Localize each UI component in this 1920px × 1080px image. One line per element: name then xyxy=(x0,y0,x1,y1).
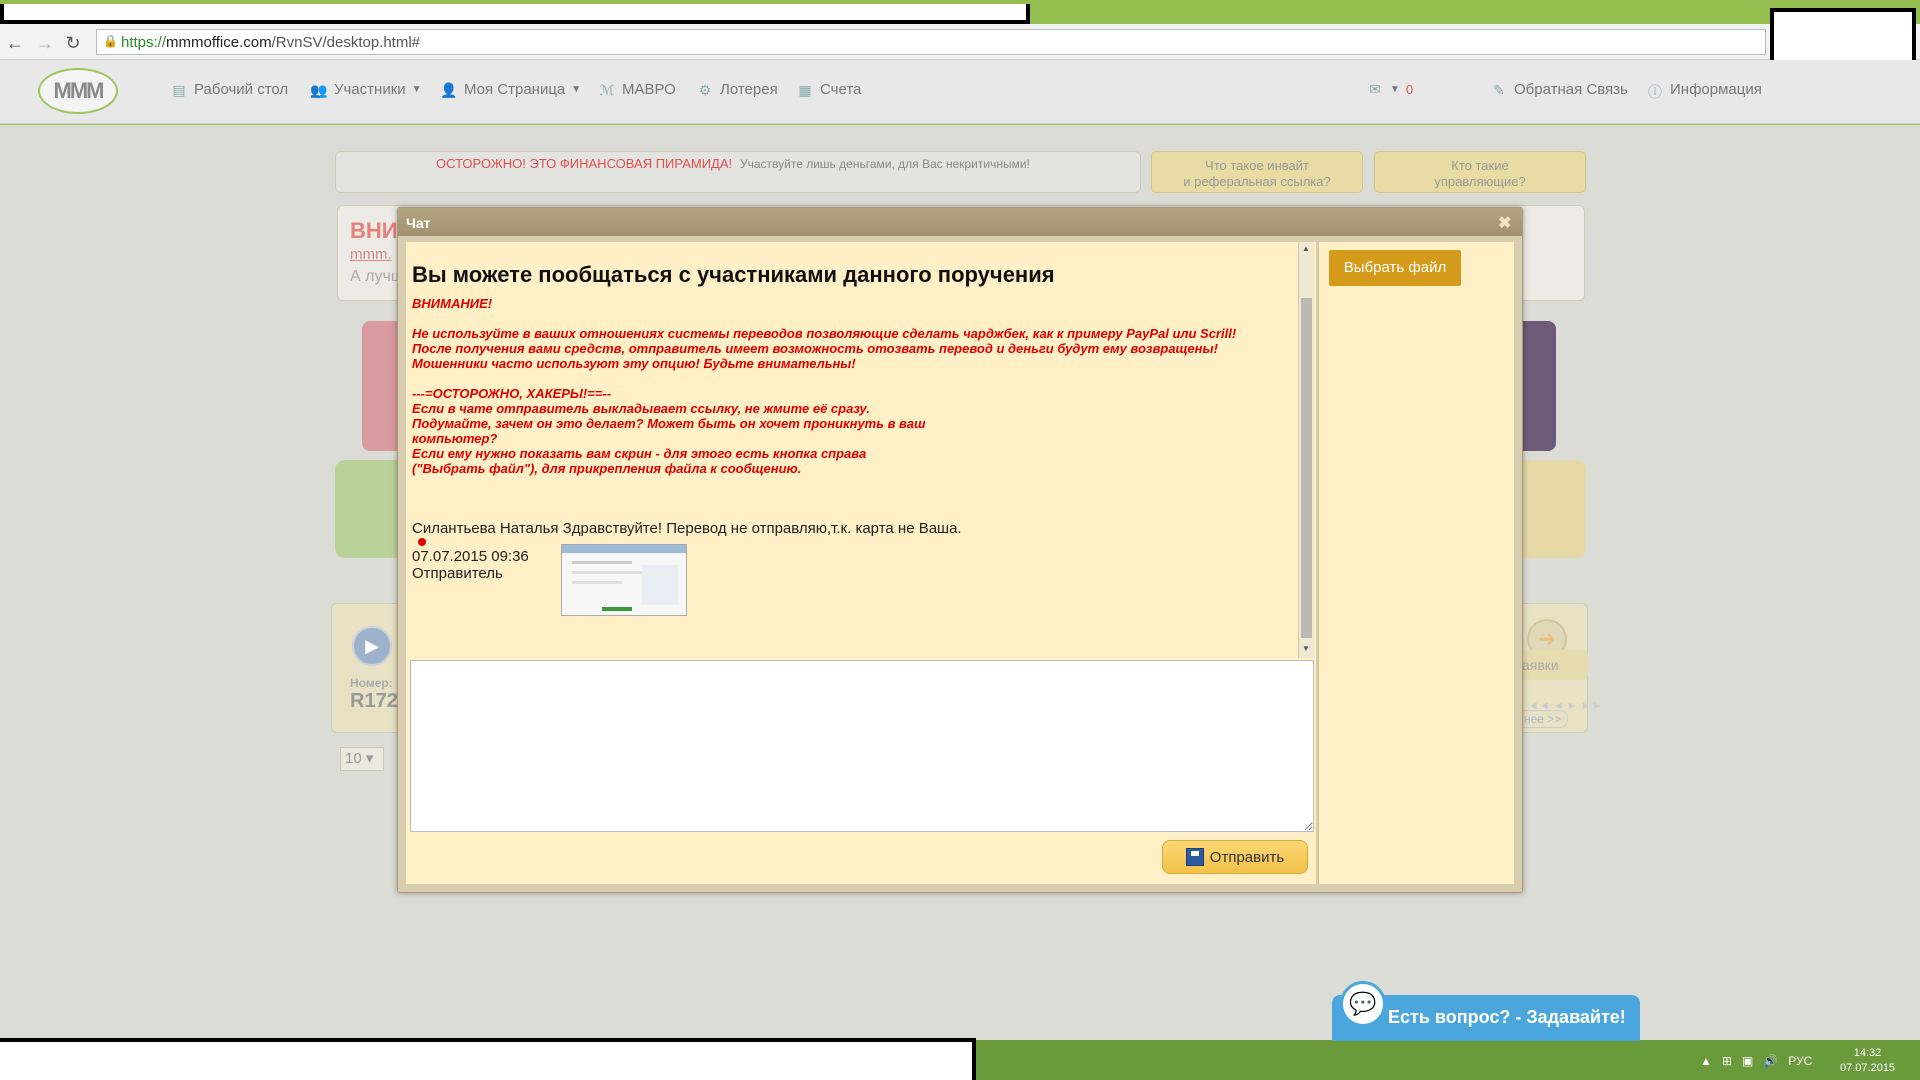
lottery-icon: ⚙ xyxy=(698,81,712,98)
chat-security-warning: ВНИМАНИЕ! Не используйте в ваших отношен… xyxy=(412,296,1272,491)
redacted-tabs xyxy=(0,4,1030,24)
attention-sub: А лучш xyxy=(350,268,404,285)
warning-red-text: ОСТОРОЖНО! ЭТО ФИНАНСОВАЯ ПИРАМИДА! xyxy=(436,156,733,171)
help-text: Есть вопрос? - Задавайте! xyxy=(1388,1007,1626,1027)
clock-time: 14:32 xyxy=(1853,1047,1882,1059)
menu-feedback[interactable]: ✎ Обратная Связь xyxy=(1490,81,1628,98)
network-icon[interactable]: ▣ xyxy=(1742,1054,1753,1068)
mavro-icon: ℳ xyxy=(599,81,615,98)
chat-main-area: Вы можете пообщаться с участниками данно… xyxy=(406,242,1316,884)
menu-lottery[interactable]: ⚙ Лотерея xyxy=(696,81,778,98)
volume-icon[interactable]: 🔊 xyxy=(1763,1054,1778,1068)
accounts-icon: ▦ xyxy=(798,81,812,98)
scroll-up-icon[interactable]: ▲ xyxy=(1302,244,1310,253)
site-header: MMM ▤ Рабочий стол 👥 Участники ▼ 👤 Моя Стран… xyxy=(0,60,1920,124)
chat-scrollbar[interactable]: ▲ ▼ xyxy=(1298,242,1314,658)
back-arrow-icon[interactable]: ← xyxy=(4,32,26,54)
chat-message-role: Отправитель xyxy=(412,565,503,582)
windows-icon[interactable]: ⊞ xyxy=(1722,1054,1732,1068)
promo-tile-green[interactable] xyxy=(335,460,405,558)
speech-bubble-icon: 💬 xyxy=(1340,981,1386,1027)
status-dot xyxy=(418,538,426,546)
chevron-down-icon: ▼ xyxy=(571,84,582,95)
attention-link[interactable]: mmm. xyxy=(350,246,392,263)
browser-address-bar: ← → ↻ 🔒 https://mmmoffice.com/RvnSV/desk… xyxy=(0,24,1920,60)
send-label: Отправить xyxy=(1209,848,1285,866)
menu-accounts[interactable]: ▦ Счета xyxy=(796,81,861,98)
chat-title: Чат xyxy=(406,215,431,231)
taskbar-clock[interactable]: 14:32 07.07.2015 xyxy=(1840,1046,1895,1076)
system-tray: ▲ ⊞ ▣ 🔊 РУС xyxy=(1700,1046,1812,1076)
pagination-arrows[interactable]: ◄◄ ◄ ► ►► xyxy=(1528,700,1603,712)
invite-btn-line2: и реферальная ссылка? xyxy=(1183,174,1331,189)
chat-modal: Чат ✖ Вы можете пообщаться с участниками… xyxy=(397,207,1523,893)
chat-message-input[interactable] xyxy=(410,660,1314,832)
floppy-disk-icon xyxy=(1185,848,1204,866)
managers-btn-line2: управляющие? xyxy=(1434,174,1526,189)
users-icon: 👥 xyxy=(310,81,328,98)
page-size-select[interactable]: 10 ▾ xyxy=(340,747,384,771)
info-icon: ⓘ xyxy=(1648,83,1662,100)
mmm-logo[interactable]: MMM xyxy=(38,68,118,114)
chat-message-text: Силантьева Наталья Здравствуйте! Перевод… xyxy=(412,520,962,537)
managers-btn-line1: Кто такие xyxy=(1451,158,1509,173)
lock-icon: 🔒 xyxy=(103,34,118,48)
play-icon[interactable]: ▶ xyxy=(352,626,392,666)
chat-heading: Вы можете пообщаться с участниками данно… xyxy=(412,262,1055,287)
order-number-value: R172 xyxy=(350,690,398,712)
warning-grey-text: Участвуйте лишь деньгами, для Вас некрит… xyxy=(740,157,1030,171)
user-icon: 👤 xyxy=(440,81,458,98)
attention-title: ВНИ xyxy=(350,218,398,243)
menu-info[interactable]: ⓘ Информация xyxy=(1646,81,1762,100)
notifications-button[interactable]: ✉ ▼ 0 xyxy=(1366,81,1413,97)
menu-participants[interactable]: 👥 Участники ▼ xyxy=(310,81,422,98)
chat-titlebar[interactable]: Чат ✖ xyxy=(398,208,1522,236)
help-chat-bubble[interactable]: 💬 Есть вопрос? - Задавайте! xyxy=(1332,981,1640,1041)
order-number-label: Номер: xyxy=(350,676,393,690)
attachment-thumbnail[interactable] xyxy=(561,544,687,616)
scroll-down-icon[interactable]: ▼ xyxy=(1302,644,1310,653)
redacted-taskbar xyxy=(0,1038,976,1080)
managers-info-button[interactable]: Кто такие управляющие? xyxy=(1374,151,1586,193)
chevron-down-icon: ▼ xyxy=(1390,83,1400,95)
menu-mavro[interactable]: ℳ МАВРО xyxy=(598,81,676,98)
close-icon[interactable]: ✖ xyxy=(1498,213,1511,233)
forward-arrow-icon[interactable]: → xyxy=(34,32,56,54)
scroll-thumb[interactable] xyxy=(1301,298,1312,638)
invite-info-button[interactable]: Что такое инвайт и реферальная ссылка? xyxy=(1151,151,1363,193)
choose-file-button[interactable]: Выбрать файл xyxy=(1329,250,1461,286)
menu-desktop[interactable]: ▤ Рабочий стол xyxy=(170,81,288,98)
desktop-icon: ▤ xyxy=(172,81,186,98)
more-link[interactable]: нее >> xyxy=(1517,710,1569,728)
warning-hackers: ---=ОСТОРОЖНО, ХАКЕРЫ!==-- Если в чате о… xyxy=(412,386,926,476)
reload-icon[interactable]: ↻ xyxy=(62,32,84,54)
chat-message-date: 07.07.2015 09:36 xyxy=(412,548,529,565)
language-indicator[interactable]: РУС xyxy=(1788,1054,1812,1068)
pyramid-warning-banner: ОСТОРОЖНО! ЭТО ФИНАНСОВАЯ ПИРАМИДА! Учас… xyxy=(335,151,1141,193)
menu-my-page[interactable]: 👤 Моя Страница ▼ xyxy=(440,81,581,98)
url-input[interactable]: 🔒 https://mmmoffice.com/RvnSV/desktop.ht… xyxy=(96,29,1766,55)
clock-date: 07.07.2015 xyxy=(1840,1062,1896,1074)
url-text: https://mmmoffice.com/RvnSV/desktop.html… xyxy=(121,34,421,51)
warning-chargeback: Не используйте в ваших отношениях систем… xyxy=(412,326,1237,371)
envelope-icon: ✉ xyxy=(1369,81,1381,97)
tray-expand-icon[interactable]: ▲ xyxy=(1700,1054,1712,1068)
pencil-icon: ✎ xyxy=(1493,81,1505,98)
chevron-down-icon: ▼ xyxy=(411,84,422,95)
invite-btn-line1: Что такое инвайт xyxy=(1205,158,1309,173)
send-button[interactable]: Отправить xyxy=(1162,840,1308,874)
warning-title: ВНИМАНИЕ! xyxy=(412,296,493,311)
chat-sidebar: Выбрать файл xyxy=(1318,242,1514,884)
